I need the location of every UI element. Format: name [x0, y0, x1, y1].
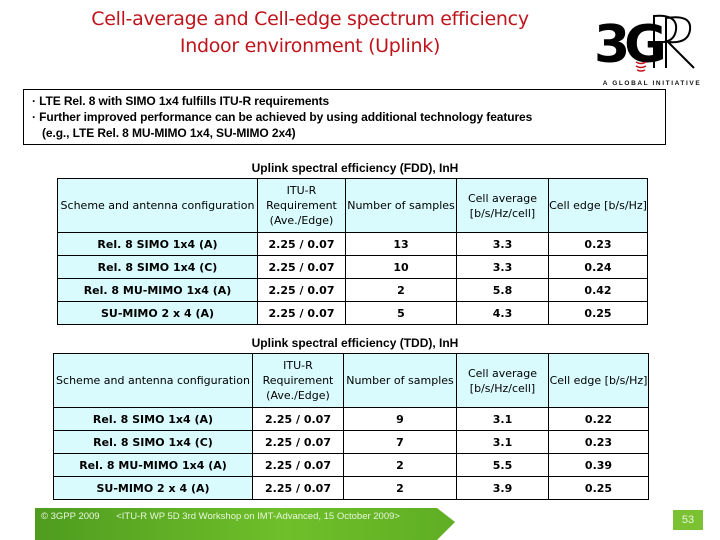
cell-average: 3.1 [456, 430, 549, 454]
table-header-row: Scheme and antenna configuration ITU-R R… [57, 178, 648, 233]
cell-average: 3.9 [456, 476, 549, 500]
tdd-table-caption: Uplink spectral efficiency (TDD), InH [251, 336, 459, 350]
header-samples: Number of samples [345, 178, 457, 233]
header-cell-edge: Cell edge [b/s/Hz] [548, 178, 648, 233]
cell-samples: 2 [343, 453, 457, 477]
header-requirement: ITU-R Requirement (Ave./Edge) [252, 353, 344, 408]
cell-edge: 0.39 [548, 453, 649, 477]
header-cell-average: Cell average [b/s/Hz/cell] [456, 178, 549, 233]
footer-copyright: © 3GPP 2009 [41, 511, 100, 522]
header-cell-average: Cell average [b/s/Hz/cell] [456, 353, 549, 408]
cell-scheme: Rel. 8 SIMO 1x4 (A) [57, 232, 258, 256]
table-row: Rel. 8 MU-MIMO 1x4 (A) 2.25 / 0.07 2 5.8… [57, 278, 648, 302]
cell-scheme: Rel. 8 MU-MIMO 1x4 (A) [57, 278, 258, 302]
page-number: 53 [673, 510, 703, 530]
cell-average: 3.3 [456, 232, 549, 256]
cell-requirement: 2.25 / 0.07 [257, 255, 346, 279]
cell-scheme: SU-MIMO 2 x 4 (A) [53, 476, 253, 500]
cell-scheme: Rel. 8 SIMO 1x4 (C) [53, 430, 253, 454]
fdd-table-caption: Uplink spectral efficiency (FDD), InH [251, 161, 459, 175]
table-header-row: Scheme and antenna configuration ITU-R R… [53, 353, 649, 408]
header-cell-edge: Cell edge [b/s/Hz] [548, 353, 649, 408]
footer-event: <ITU-R WP 5D 3rd Workshop on IMT-Advance… [116, 511, 400, 522]
slide-title-line-1: Cell-average and Cell-edge spectrum effi… [91, 8, 529, 30]
cell-requirement: 2.25 / 0.07 [252, 407, 344, 431]
svg-text:3G: 3G [594, 15, 663, 72]
table-row: Rel. 8 SIMO 1x4 (C) 2.25 / 0.07 7 3.1 0.… [53, 430, 649, 454]
cell-edge: 0.23 [548, 430, 649, 454]
slide-title: Cell-average and Cell-edge spectrum effi… [40, 6, 580, 60]
cell-samples: 10 [345, 255, 457, 279]
cell-average: 5.8 [456, 278, 549, 302]
cell-average: 3.1 [456, 407, 549, 431]
table-row: Rel. 8 MU-MIMO 1x4 (A) 2.25 / 0.07 2 5.5… [53, 453, 649, 477]
cell-samples: 2 [343, 476, 457, 500]
cell-requirement: 2.25 / 0.07 [252, 476, 344, 500]
cell-samples: 5 [345, 301, 457, 325]
cell-average: 5.5 [456, 453, 549, 477]
slide-title-line-2: Indoor environment (Uplink) [179, 35, 441, 57]
3gpp-logo-icon: 3G [594, 14, 695, 72]
cell-requirement: 2.25 / 0.07 [257, 232, 346, 256]
table-row: SU-MIMO 2 x 4 (A) 2.25 / 0.07 5 4.3 0.25 [57, 301, 648, 325]
cell-average: 3.3 [456, 255, 549, 279]
logo-tagline: A GLOBAL INITIATIVE [602, 80, 702, 87]
cell-edge: 0.22 [548, 407, 649, 431]
table-row: Rel. 8 SIMO 1x4 (C) 2.25 / 0.07 10 3.3 0… [57, 255, 648, 279]
cell-edge: 0.23 [548, 232, 648, 256]
cell-requirement: 2.25 / 0.07 [252, 430, 344, 454]
cell-samples: 2 [345, 278, 457, 302]
cell-samples: 7 [343, 430, 457, 454]
cell-samples: 13 [345, 232, 457, 256]
bullet-continuation: (e.g., LTE Rel. 8 MU-MIMO 1x4, SU-MIMO 2… [42, 126, 296, 140]
3gpp-logo: 3G A GLOBAL INITIATIVE [584, 10, 720, 90]
cell-edge: 0.25 [548, 476, 649, 500]
cell-requirement: 2.25 / 0.07 [257, 278, 346, 302]
cell-requirement: 2.25 / 0.07 [252, 453, 344, 477]
cell-requirement: 2.25 / 0.07 [257, 301, 346, 325]
bullet-item: · LTE Rel. 8 with SIMO 1x4 fulfills ITU-… [32, 94, 330, 108]
table-row: Rel. 8 SIMO 1x4 (A) 2.25 / 0.07 13 3.3 0… [57, 232, 648, 256]
cell-scheme: Rel. 8 MU-MIMO 1x4 (A) [53, 453, 253, 477]
cell-edge: 0.42 [548, 278, 648, 302]
header-scheme: Scheme and antenna configuration [53, 353, 253, 408]
bullet-item: · Further improved performance can be ac… [32, 110, 533, 124]
footer-bar: © 3GPP 2009 <ITU-R WP 5D 3rd Workshop on… [35, 508, 455, 540]
cell-scheme: SU-MIMO 2 x 4 (A) [57, 301, 258, 325]
cell-scheme: Rel. 8 SIMO 1x4 (C) [57, 255, 258, 279]
summary-box: · LTE Rel. 8 with SIMO 1x4 fulfills ITU-… [23, 89, 666, 145]
header-requirement: ITU-R Requirement (Ave./Edge) [257, 178, 346, 233]
table-row: Rel. 8 SIMO 1x4 (A) 2.25 / 0.07 9 3.1 0.… [53, 407, 649, 431]
cell-scheme: Rel. 8 SIMO 1x4 (A) [53, 407, 253, 431]
header-scheme: Scheme and antenna configuration [57, 178, 258, 233]
cell-average: 4.3 [456, 301, 549, 325]
tdd-spectral-efficiency-table: Scheme and antenna configuration ITU-R R… [53, 353, 649, 500]
header-samples: Number of samples [343, 353, 457, 408]
cell-samples: 9 [343, 407, 457, 431]
fdd-spectral-efficiency-table: Scheme and antenna configuration ITU-R R… [57, 178, 648, 325]
cell-edge: 0.24 [548, 255, 648, 279]
cell-edge: 0.25 [548, 301, 648, 325]
table-row: SU-MIMO 2 x 4 (A) 2.25 / 0.07 2 3.9 0.25 [53, 476, 649, 500]
